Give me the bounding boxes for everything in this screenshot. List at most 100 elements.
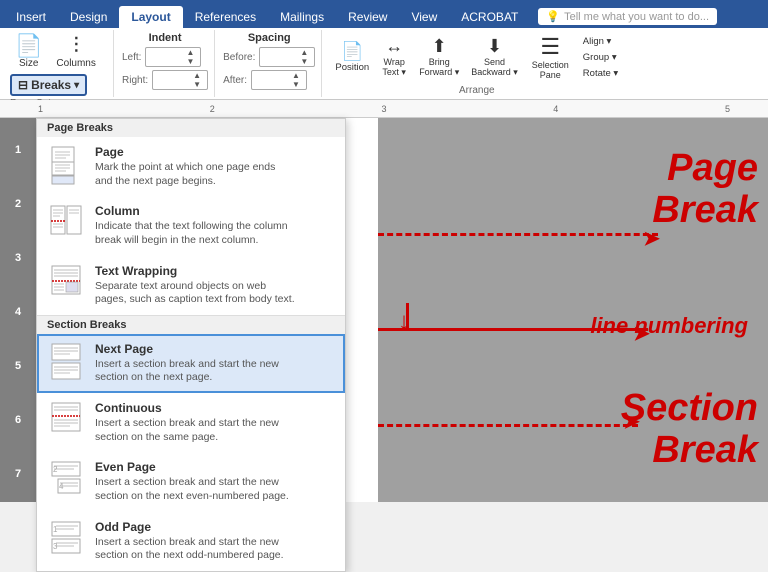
breaks-dropdown-arrow: ▾ (74, 80, 79, 91)
page-setup-section: 📄 Size ⫶ Columns ⊟ Breaks ▾ Page Setup (4, 30, 114, 97)
tab-acrobat[interactable]: ACROBAT (449, 6, 530, 28)
next-page-title: Next Page (95, 342, 333, 356)
rotate-button[interactable]: Rotate ▾ (578, 66, 623, 81)
tab-review[interactable]: Review (336, 6, 399, 28)
column-break-item[interactable]: Column Indicate that the text following … (37, 196, 345, 255)
breaks-button[interactable]: ⊟ Breaks ▾ (10, 74, 87, 96)
ruler-numbers: 1 2 3 4 5 (8, 104, 760, 114)
send-backward-button[interactable]: ⬇ SendBackward ▾ (466, 33, 523, 82)
wrap-text-button[interactable]: ↔ WrapText ▾ (376, 33, 412, 82)
odd-page-text: Odd Page Insert a section break and star… (95, 520, 333, 563)
tab-insert[interactable]: Insert (4, 6, 58, 28)
main-area: 1 2 3 4 5 6 7 Page Breaks (0, 118, 768, 502)
section-break-annotation: SectionBreak (621, 388, 758, 472)
arrange-label: Arrange (330, 83, 623, 96)
text-wrapping-text: Text Wrapping Separate text around objec… (95, 264, 333, 307)
indent-section: Indent Left: 0 pt ▲▼ Right: 0 pt ▲▼ (116, 30, 215, 97)
tab-view[interactable]: View (399, 6, 449, 28)
spacing-after-value[interactable]: 8 pt (254, 74, 292, 86)
page-break-desc: Mark the point at which one page endsand… (95, 161, 333, 188)
continuous-title: Continuous (95, 401, 333, 415)
section-break-arrowhead: ➤ (623, 409, 640, 434)
spacing-before-input[interactable]: 0 pt ▲▼ (259, 47, 315, 67)
column-break-icon (49, 204, 85, 246)
spacing-after-arrows[interactable]: ▲▼ (292, 71, 300, 89)
line-number-2: 2 (0, 177, 36, 231)
selection-pane-icon: ☰ (540, 34, 560, 60)
columns-icon: ⫶ (73, 35, 79, 57)
left-margin: 1 2 3 4 5 6 7 (0, 118, 36, 502)
page-break-icon (49, 145, 85, 187)
bring-forward-button[interactable]: ⬆ BringForward ▾ (414, 33, 464, 82)
position-icon: 📄 (341, 41, 363, 63)
indent-left-label: Left: (122, 52, 141, 63)
group-button[interactable]: Group ▾ (578, 50, 623, 65)
indent-left-value[interactable]: 0 pt (148, 51, 186, 63)
indent-right-input[interactable]: 0 pt ▲▼ (152, 70, 208, 90)
spacing-title: Spacing (248, 32, 291, 44)
breaks-dropdown: Page Breaks (36, 118, 346, 572)
even-page-item[interactable]: 2 4 Even Page Insert a section break and… (37, 452, 345, 511)
text-wrapping-item[interactable]: Text Wrapping Separate text around objec… (37, 256, 345, 315)
indent-right-value[interactable]: 0 pt (155, 74, 193, 86)
tab-design[interactable]: Design (58, 6, 119, 28)
continuous-icon (49, 401, 85, 443)
breaks-icon: ⊟ (18, 78, 28, 92)
even-page-title: Even Page (95, 460, 333, 474)
arrange-section: 📄 Position ↔ WrapText ▾ ⬆ BringForward ▾… (324, 30, 629, 97)
line-number-5: 5 (0, 339, 36, 393)
page-breaks-header: Page Breaks (37, 119, 345, 137)
indent-right-arrows[interactable]: ▲▼ (193, 71, 201, 89)
breaks-label: Breaks (31, 78, 71, 92)
indent-title: Indent (149, 32, 182, 44)
indent-left-input[interactable]: 0 pt ▲▼ (145, 47, 201, 67)
odd-page-item[interactable]: 1 3 Odd Page Insert a section break and … (37, 512, 345, 571)
align-group-rotate-buttons: Align ▾ Group ▾ Rotate ▾ (578, 34, 623, 81)
size-icon: 📄 (15, 35, 42, 57)
columns-button[interactable]: ⫶ Columns (51, 32, 100, 72)
odd-page-desc: Insert a section break and start the new… (95, 536, 333, 563)
line-number-3: 3 (0, 231, 36, 285)
send-backward-label: SendBackward ▾ (471, 57, 518, 78)
position-button[interactable]: 📄 Position (330, 38, 374, 77)
section-breaks-header: Section Breaks (37, 315, 345, 334)
columns-label: Columns (56, 58, 95, 69)
continuous-text: Continuous Insert a section break and st… (95, 401, 333, 444)
tab-references[interactable]: References (183, 6, 268, 28)
ribbon-bar: 📄 Size ⫶ Columns ⊟ Breaks ▾ Page Setup I… (0, 28, 768, 100)
size-button[interactable]: 📄 Size (10, 32, 47, 72)
search-placeholder: Tell me what you want to do... (564, 11, 709, 23)
search-box[interactable]: 💡 Tell me what you want to do... (538, 8, 717, 25)
line-number-1: 1 (0, 123, 36, 177)
align-button[interactable]: Align ▾ (578, 34, 623, 49)
content-area: Page Breaks (36, 118, 378, 502)
spacing-before-label: Before: (223, 52, 255, 63)
spacing-before-value[interactable]: 0 pt (262, 51, 300, 63)
spacing-section: Spacing Before: 0 pt ▲▼ After: 8 pt ▲▼ (217, 30, 322, 97)
line-numbering-arrowhead: ➤ (633, 321, 650, 346)
odd-page-title: Odd Page (95, 520, 333, 534)
svg-text:4: 4 (59, 482, 64, 491)
text-wrapping-desc: Separate text around objects on webpages… (95, 280, 333, 307)
annotation-area: PageBreak ➤ line numbering ➤ ↓ SectionBr… (378, 118, 768, 502)
send-backward-icon: ⬇ (487, 36, 502, 58)
wrap-text-label: WrapText ▾ (382, 57, 406, 78)
even-page-text: Even Page Insert a section break and sta… (95, 460, 333, 503)
page-break-item[interactable]: Page Mark the point at which one page en… (37, 137, 345, 196)
line-number-7: 7 (0, 447, 36, 501)
wrap-text-icon: ↔ (385, 36, 403, 58)
selection-pane-button[interactable]: ☰ SelectionPane (525, 31, 576, 83)
spacing-before-arrows[interactable]: ▲▼ (300, 48, 308, 66)
next-page-icon (49, 342, 85, 384)
spacing-after-input[interactable]: 8 pt ▲▼ (251, 70, 307, 90)
next-page-item[interactable]: Next Page Insert a section break and sta… (37, 334, 345, 393)
line-number-4: 4 (0, 285, 36, 339)
tab-layout[interactable]: Layout (119, 6, 182, 28)
continuous-item[interactable]: Continuous Insert a section break and st… (37, 393, 345, 452)
even-page-icon: 2 4 (49, 460, 85, 502)
text-wrapping-title: Text Wrapping (95, 264, 333, 278)
indent-left-arrows[interactable]: ▲▼ (186, 48, 194, 66)
text-wrapping-icon (49, 264, 85, 306)
tab-mailings[interactable]: Mailings (268, 6, 336, 28)
ruler: 1 2 3 4 5 (0, 100, 768, 118)
